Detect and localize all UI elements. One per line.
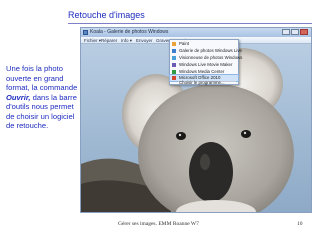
menu-item-movie-maker[interactable]: Windows Live Movie Maker <box>170 62 238 68</box>
menu-item-label: Paint <box>179 41 190 46</box>
screenshot-window: Koala - Galerie de photos Windows Fichie… <box>80 27 312 213</box>
minimize-button[interactable] <box>282 29 290 35</box>
menu-repair[interactable]: Réparer <box>101 38 117 43</box>
paint-icon <box>172 42 176 46</box>
menu-item-label: Galerie de photos Windows Live <box>179 48 242 53</box>
menu-item-paint[interactable]: Paint <box>170 41 238 47</box>
menu-item-photo-gallery[interactable]: Galerie de photos Windows Live <box>170 48 242 54</box>
close-button[interactable] <box>300 29 308 35</box>
body-text-part: Une fois la photo ouverte en grand forma… <box>6 64 78 92</box>
title-divider <box>68 23 312 24</box>
window-title: Koala - Galerie de photos Windows <box>90 29 169 35</box>
menu-item-choose-program[interactable]: Choisir le programme... <box>170 80 238 86</box>
menu-item-label: Visionneuse de photos Windows <box>179 55 243 60</box>
menu-item-photo-viewer[interactable]: Visionneuse de photos Windows <box>170 55 242 61</box>
media-center-icon <box>172 70 176 74</box>
menu-item-label: Choisir le programme... <box>179 80 225 85</box>
slide-title: Retouche d'images <box>68 10 145 20</box>
slide-footer: Gérer ses images. EMM Roanne W7 <box>118 221 199 227</box>
slide: Retouche d'images Une fois la photo ouve… <box>0 0 320 240</box>
photo-gallery-icon <box>172 49 176 53</box>
page-number: 10 <box>297 221 303 227</box>
slide-body-text: Une fois la photo ouverte en grand forma… <box>6 64 82 131</box>
maximize-button[interactable] <box>291 29 299 35</box>
movie-maker-icon <box>172 63 176 67</box>
menu-send[interactable]: Envoyer <box>136 38 153 43</box>
open-dropdown-menu: Paint Galerie de photos Windows Live Vis… <box>169 39 242 86</box>
window-titlebar: Koala - Galerie de photos Windows <box>81 28 311 37</box>
photo-viewer-icon <box>172 56 176 60</box>
menu-item-label: Windows Live Movie Maker <box>179 62 233 67</box>
app-icon <box>83 30 88 35</box>
body-text-command: Ouvrir, <box>6 92 31 102</box>
